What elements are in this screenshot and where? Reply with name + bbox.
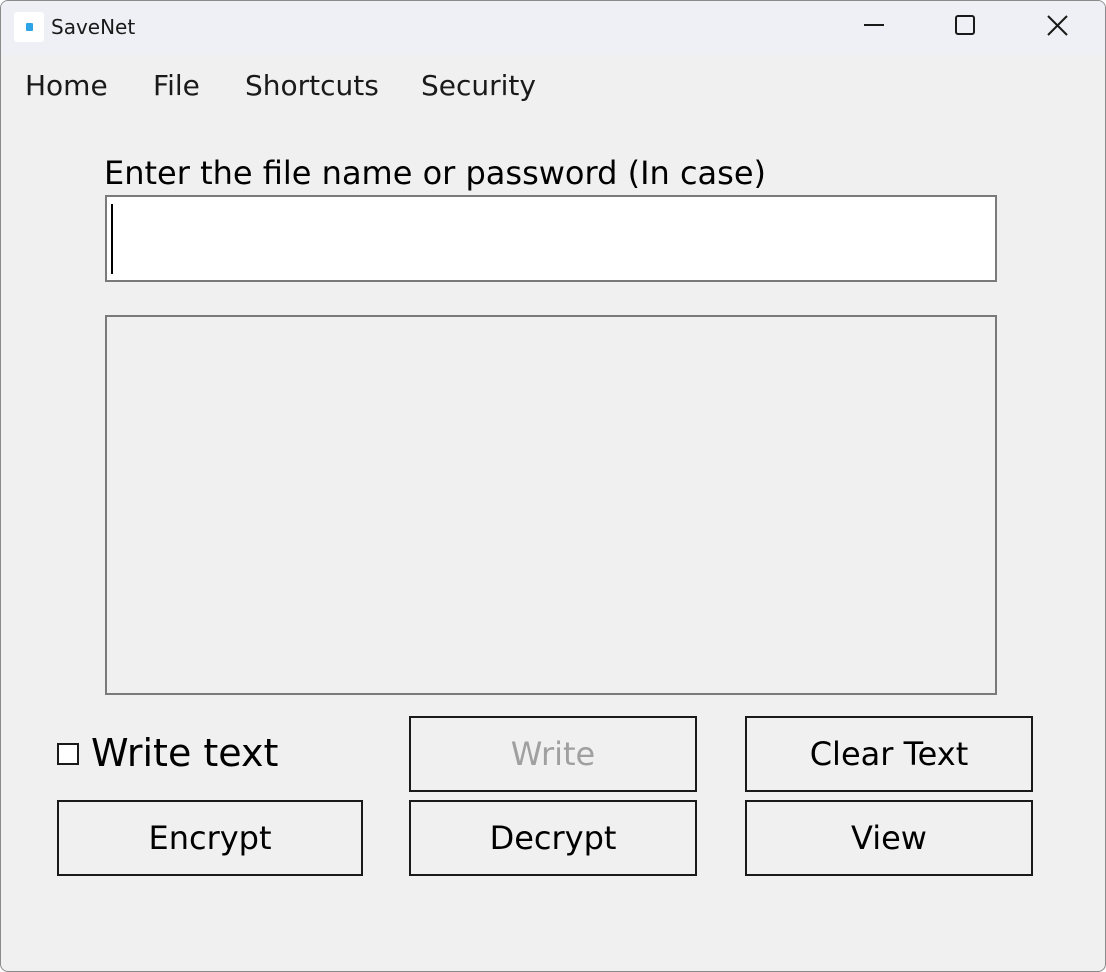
encrypt-button[interactable]: Encrypt — [57, 800, 363, 876]
app-window: SaveNet Home File Shortcuts Security Ent… — [0, 0, 1106, 972]
filename-password-input[interactable] — [105, 195, 997, 282]
clear-text-button[interactable]: Clear Text — [745, 716, 1033, 792]
menu-bar: Home File Shortcuts Security — [1, 63, 1105, 109]
minimize-button[interactable] — [829, 1, 919, 51]
write-text-checkbox[interactable] — [57, 743, 79, 765]
view-button[interactable]: View — [745, 800, 1033, 876]
menu-item-file[interactable]: File — [153, 69, 200, 102]
decrypt-button[interactable]: Decrypt — [409, 800, 697, 876]
window-title: SaveNet — [51, 15, 136, 39]
close-icon — [1047, 15, 1068, 36]
close-button[interactable] — [1011, 1, 1101, 51]
write-button[interactable]: Write — [409, 716, 697, 792]
write-text-label[interactable]: Write text — [91, 731, 278, 775]
app-icon — [14, 12, 44, 42]
menu-item-shortcuts[interactable]: Shortcuts — [245, 69, 379, 102]
menu-item-home[interactable]: Home — [25, 69, 108, 102]
menu-item-security[interactable]: Security — [421, 69, 536, 102]
maximize-button[interactable] — [919, 1, 1009, 51]
minimize-icon — [864, 24, 884, 26]
maximize-icon — [955, 15, 975, 35]
content-textarea[interactable] — [105, 315, 997, 695]
title-bar[interactable]: SaveNet — [1, 1, 1105, 55]
text-caret — [111, 204, 113, 274]
filename-password-label: Enter the file name or password (In case… — [104, 154, 766, 192]
